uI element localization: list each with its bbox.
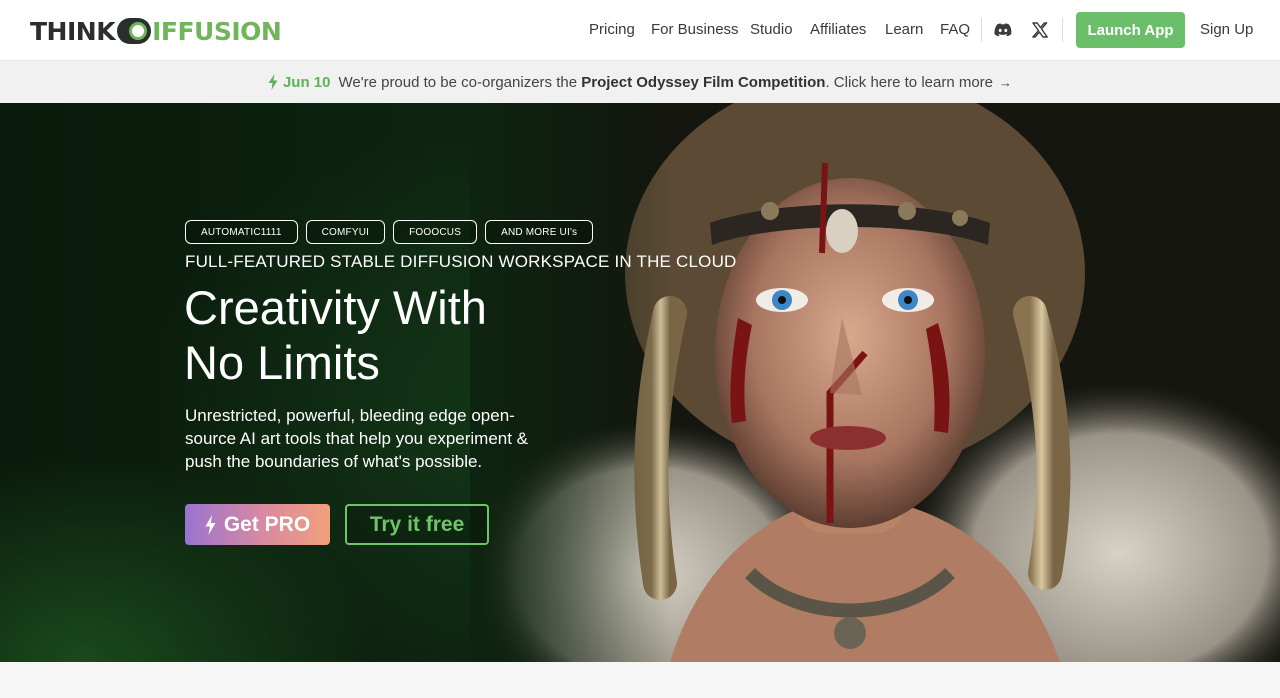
try-free-button[interactable]: Try it free [345,504,489,545]
lightning-icon [268,74,278,90]
nav-studio[interactable]: Studio [750,21,793,38]
hero-headline: Creativity With No Limits [184,280,487,390]
announcement-highlight: Project Odyssey Film Competition [581,73,826,91]
nav-divider [981,18,982,42]
chip-fooocus[interactable]: FOOOCUS [393,220,478,244]
nav-for-business[interactable]: For Business [651,21,739,38]
next-section [0,662,1280,698]
get-pro-label: Get PRO [223,512,311,536]
logo-text-diffusion: IFFUSION [152,16,282,46]
site-header: THINK IFFUSION Pricing For Business Stud… [0,0,1280,60]
nav-pricing[interactable]: Pricing [589,21,635,38]
hero-tagline: FULL-FEATURED STABLE DIFFUSION WORKSPACE… [185,252,737,271]
get-pro-button[interactable]: Get PRO [185,504,330,545]
x-twitter-icon[interactable] [1030,20,1050,40]
nav-divider [1062,18,1063,42]
nav-faq[interactable]: FAQ [940,21,970,38]
chip-comfyui[interactable]: COMFYUI [305,220,386,244]
ui-chips: AUTOMATIC1111 COMFYUI FOOOCUS AND MORE U… [185,220,594,244]
hero-portrait-image [470,103,1280,662]
announcement-text-after: . Click here to learn more [825,73,994,91]
hero-section: AUTOMATIC1111 COMFYUI FOOOCUS AND MORE U… [0,103,1280,662]
thinkdiffusion-logo[interactable]: THINK IFFUSION [30,16,282,46]
logo-text-think: THINK [30,16,116,46]
nav-affiliates[interactable]: Affiliates [810,21,866,38]
announcement-date: Jun 10 [282,73,331,91]
chip-more-uis[interactable]: AND MORE UI's [485,220,594,244]
arrow-right-icon: → [999,74,1013,90]
chip-automatic1111[interactable]: AUTOMATIC1111 [185,220,298,244]
headline-line-2: No Limits [184,336,380,389]
hero-description: Unrestricted, powerful, bleeding edge op… [185,406,529,471]
announcement-bar[interactable]: Jun 10 We're proud to be co-organizers t… [0,60,1280,103]
nav-learn[interactable]: Learn [885,21,923,38]
announcement-text-before: We're proud to be co-organizers the [338,73,578,91]
lightning-icon [205,514,216,535]
launch-app-button[interactable]: Launch App [1076,12,1185,48]
discord-icon[interactable] [993,20,1013,40]
headline-line-1: Creativity With [184,281,487,334]
logo-toggle-icon [117,18,152,44]
sign-up-link[interactable]: Sign Up [1200,21,1253,38]
